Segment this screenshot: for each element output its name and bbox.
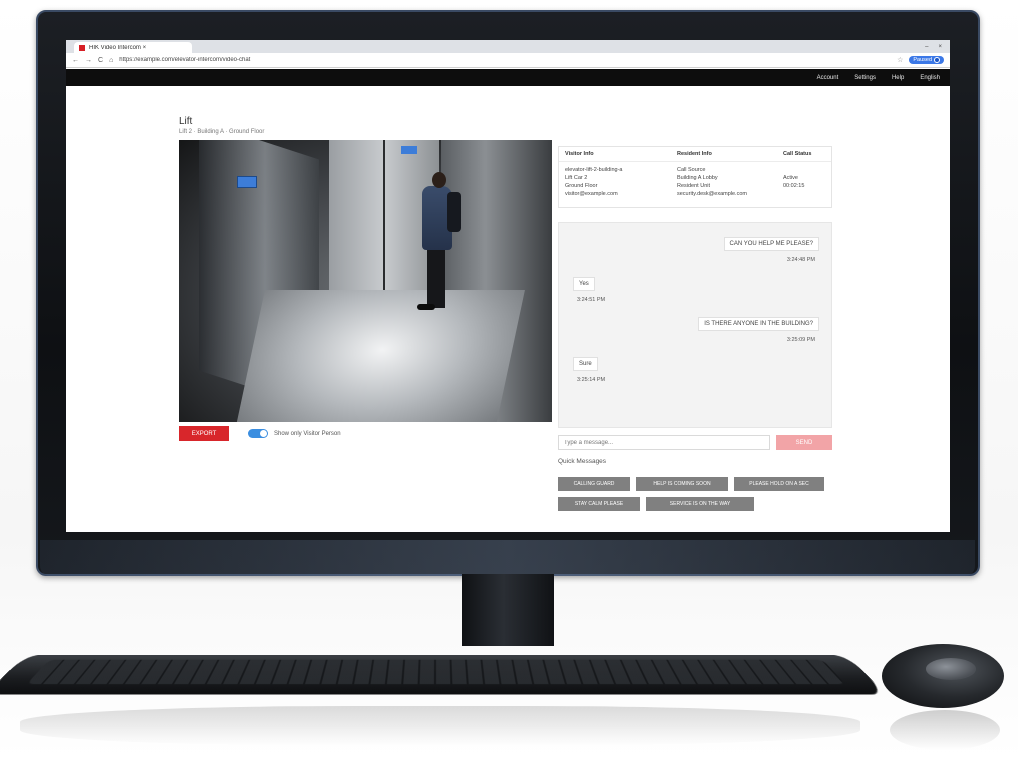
visitor-info-line: Ground Floor [565,183,598,189]
chat-panel[interactable]: CAN YOU HELP ME PLEASE? 3:24:48 PM Yes 3… [558,222,832,428]
quick-message-button[interactable]: CALLING GUARD [558,477,630,491]
elevator-door-seam [383,140,385,310]
nav-item-account[interactable]: Account [817,75,839,81]
browser-tab-bar: HIK Video Intercom × – × [66,40,950,53]
keyboard-keys [26,659,846,685]
screen: HIK Video Intercom × – × ← → C ⌂ https:/… [66,40,950,532]
keyboard-reflection [20,706,860,746]
nav-item-help[interactable]: Help [892,75,904,81]
profile-label: Paused [913,57,932,63]
visitor-info-column: elevator-lift-2-building-a Lift Car 2 Gr… [565,166,677,198]
mouse-top [926,658,976,680]
home-icon[interactable]: ⌂ [109,57,113,64]
person-head [432,172,446,188]
info-table-header: Visitor Info Resident Info Call Status [559,147,831,162]
person-legs [427,248,445,308]
video-feed[interactable] [179,140,552,422]
visitor-info-line: elevator-lift-2-building-a [565,167,623,173]
quick-message-button[interactable]: HELP IS COMING SOON [636,477,728,491]
info-header-status: Call Status [783,151,812,157]
chat-message-time: 3:24:51 PM [577,297,606,303]
profile-button[interactable]: Paused [909,56,944,64]
call-info-table: Visitor Info Resident Info Call Status e… [558,146,832,208]
resident-info-line: Call Source [677,167,706,173]
quick-message-button[interactable]: STAY CALM PLEASE [558,497,640,511]
status-line: Active [783,175,798,181]
profile-avatar-icon [934,57,940,63]
minimize-icon[interactable]: – [925,44,928,50]
tab-title: HIK Video Intercom × [89,44,147,51]
visitor-filter-toggle[interactable] [248,429,268,438]
quick-message-button[interactable]: SERVICE IS ON THE WAY [646,497,754,511]
chat-message-input[interactable] [558,435,770,450]
back-arrow-icon[interactable]: ← [72,57,79,64]
keyboard [0,655,887,695]
chat-message-time: 3:25:09 PM [786,337,815,343]
page-subtitle: Lift 2 · Building A · Ground Floor [179,129,265,135]
mouse-reflection [890,710,1000,750]
chat-message-outgoing: IS THERE ANYONE IN THE BUILDING? [698,317,819,331]
favicon-icon [79,44,85,51]
visitor-filter-label: Show only Visitor Person [274,430,341,437]
person-backpack [447,192,461,232]
status-line [783,166,825,174]
window-controls: – × [925,44,950,50]
browser-address-bar: ← → C ⌂ https://example.com/elevator-int… [66,53,950,68]
mouse [882,644,1004,708]
elevator-floor-indicator [401,146,417,154]
nav-item-language[interactable]: English [920,75,940,81]
resident-info-line: security.desk@example.com [677,191,747,197]
chat-message-time: 3:24:48 PM [786,257,815,263]
page-title: Lift [179,116,193,127]
visitor-filter-toggle-group: Show only Visitor Person [248,429,341,438]
bookmark-star-icon[interactable]: ☆ [897,56,903,64]
url-field[interactable]: https://example.com/elevator-intercom/vi… [119,57,891,63]
info-table-row: elevator-lift-2-building-a Lift Car 2 Gr… [559,162,831,202]
chat-message-incoming: Yes [573,277,595,291]
nav-item-settings[interactable]: Settings [854,75,876,81]
status-line: 00:02:15 [783,183,805,189]
resident-info-column: Call Source Building A Lobby Resident Un… [677,166,783,198]
quick-messages-label: Quick Messages [558,458,607,465]
top-navigation: Account Settings Help English [66,69,950,86]
status-column: Active 00:02:15 [783,166,825,198]
reload-icon[interactable]: C [98,57,103,64]
chat-message-incoming: Sure [573,357,598,371]
visitor-info-line: Lift Car 2 [565,175,588,181]
visitor-info-line: visitor@example.com [565,191,618,197]
chat-message-time: 3:25:14 PM [577,377,606,383]
person-shoe [417,304,435,310]
monitor-stand [462,574,554,646]
chat-message-outgoing: CAN YOU HELP ME PLEASE? [723,237,819,251]
elevator-display-panel [237,176,257,188]
info-header-visitor: Visitor Info [565,151,594,157]
forward-arrow-icon[interactable]: → [85,57,92,64]
resident-info-line: Building A Lobby [677,175,718,181]
send-button[interactable]: SEND [776,435,832,450]
quick-message-button[interactable]: PLEASE HOLD ON A SEC [734,477,824,491]
export-button[interactable]: EXPORT [179,426,229,441]
info-header-resident: Resident Info [677,151,712,157]
resident-info-line: Resident Unit [677,183,711,189]
browser-tab[interactable]: HIK Video Intercom × [74,42,192,53]
elevator-floor [233,290,525,422]
close-window-icon[interactable]: × [938,44,942,50]
